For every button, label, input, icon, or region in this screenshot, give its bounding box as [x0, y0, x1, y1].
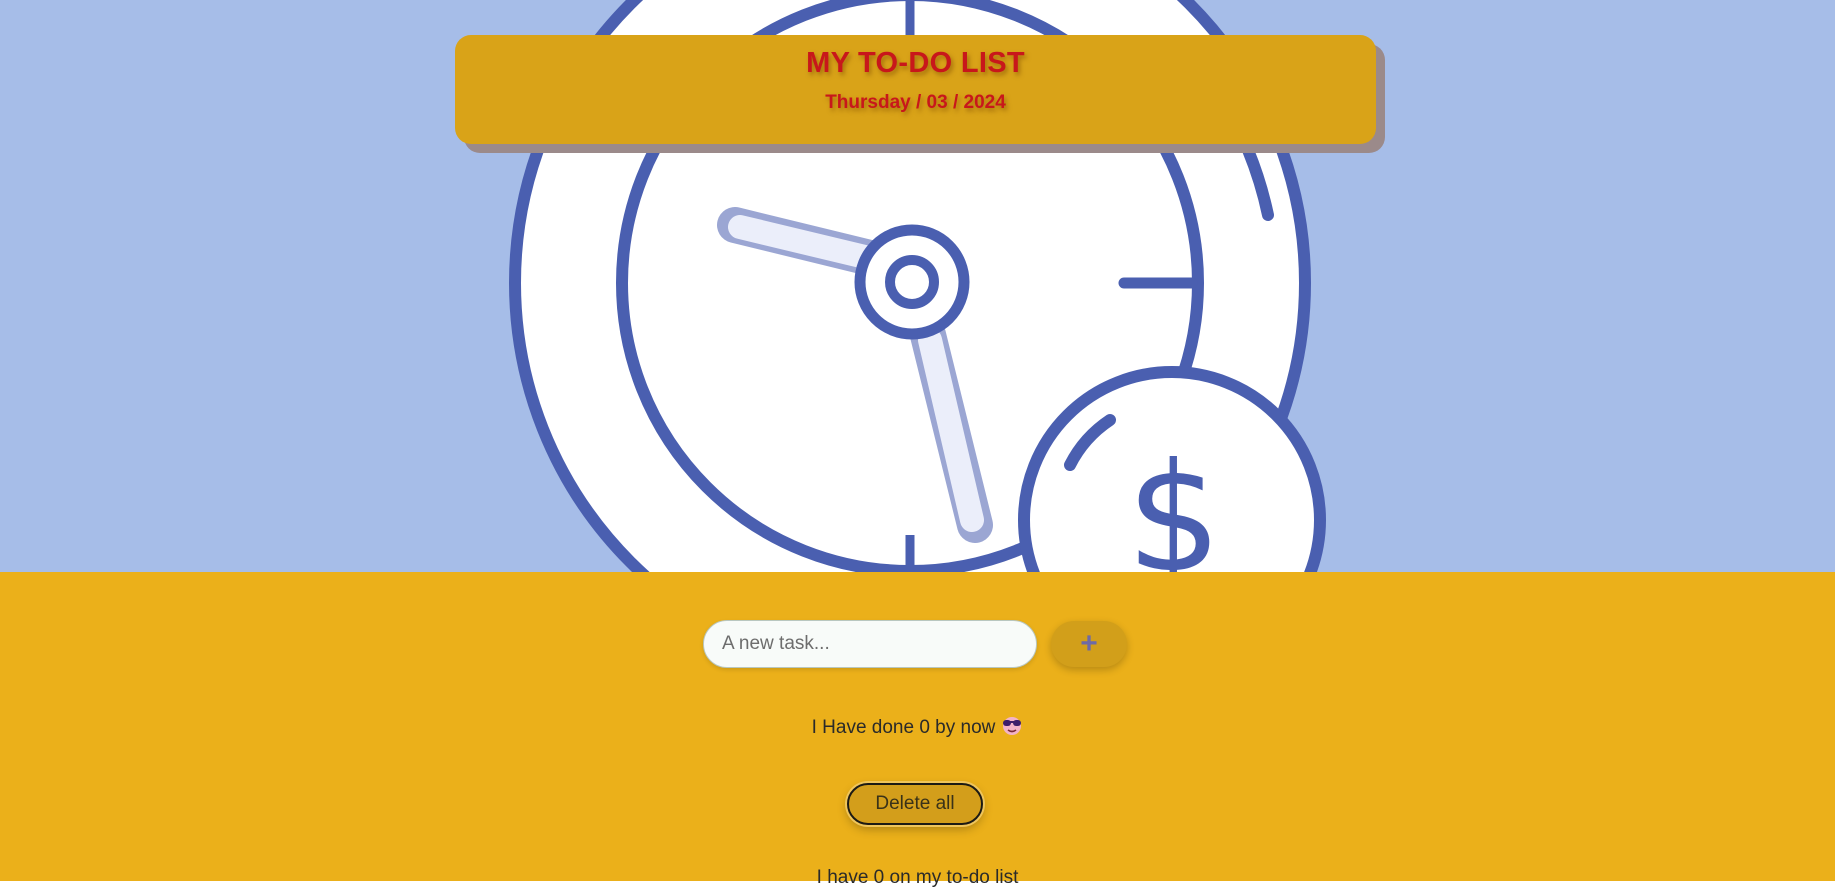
page-title: MY TO-DO LIST [806, 47, 1025, 79]
current-date: Thursday / 03 / 2024 [825, 92, 1006, 113]
hero-section: $ MY TO-DO LIST Thursday / 03 / 2024 [0, 0, 1835, 572]
done-counter-label: I Have done 0 by now [811, 717, 996, 739]
todo-counter: I have 0 on my to-do list [816, 867, 1019, 888]
done-counter: I Have done 0 by now [0, 714, 1835, 742]
add-task-button[interactable]: + [1051, 621, 1127, 667]
sunglasses-face-icon [1001, 714, 1023, 742]
new-task-input[interactable] [703, 620, 1037, 668]
delete-all-button[interactable]: Delete all [847, 783, 983, 825]
task-panel: + I Have done 0 by now Delete all I have… [0, 572, 1835, 888]
svg-text:$: $ [1126, 432, 1221, 572]
header-card: MY TO-DO LIST Thursday / 03 / 2024 [455, 35, 1376, 144]
